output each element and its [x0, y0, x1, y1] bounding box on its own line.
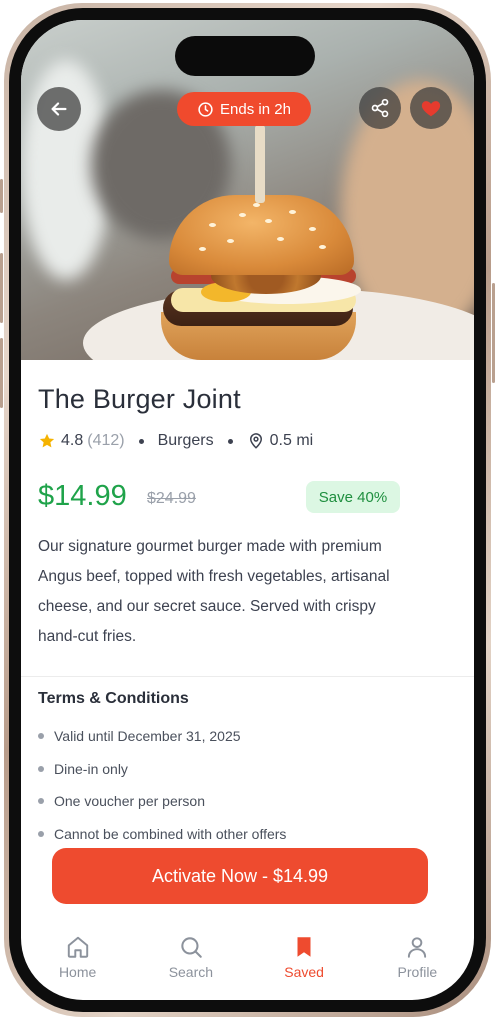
heart-icon [421, 101, 441, 117]
terms-item-text: One voucher per person [54, 793, 205, 810]
tab-label: Search [168, 964, 214, 980]
user-icon [408, 937, 427, 958]
search-icon [181, 937, 202, 958]
countdown-badge: Ends in 2h [177, 92, 311, 126]
home-icon [67, 936, 88, 958]
rating-value: 4.8 [61, 432, 84, 449]
bullet-icon [38, 733, 44, 740]
tab-label: Home [58, 964, 97, 980]
separator-dot [227, 438, 233, 444]
section-divider [21, 676, 474, 677]
share-icon [371, 98, 389, 118]
bookmark-icon [297, 937, 311, 957]
volume-down-button [0, 338, 3, 408]
distance-label: 0.5 mi [269, 432, 314, 449]
deal-price: $14.99 [38, 480, 127, 512]
activate-button[interactable]: Activate Now - $14.99 [52, 848, 428, 904]
terms-list: Valid until December 31, 2025 Dine-in on… [38, 720, 286, 850]
arrow-left-icon [51, 102, 67, 116]
terms-heading: Terms & Conditions [38, 690, 189, 707]
tab-home[interactable]: Home [21, 928, 134, 1000]
burger-skewer [255, 125, 265, 203]
terms-item-text: Dine-in only [54, 760, 128, 777]
volume-up-button [0, 253, 3, 323]
dynamic-island [175, 36, 315, 76]
tab-label: Saved [284, 964, 324, 980]
tab-label: Profile [397, 964, 438, 980]
back-button[interactable] [37, 87, 81, 131]
deal-meta-row: 4.8 (412) Burgers 0.5 mi [38, 432, 313, 450]
location-pin-icon [249, 433, 262, 449]
category-label: Burgers [157, 432, 214, 449]
burger-bun-top [169, 195, 354, 275]
countdown-text: Ends in 2h [220, 100, 291, 118]
terms-item-text: Cannot be combined with other offers [54, 825, 287, 842]
terms-item: Cannot be combined with other offers [38, 818, 286, 851]
phone-bezel: Ends in 2h The Burger Joint 4.8 (412) Bu… [9, 8, 486, 1012]
bullet-icon [38, 798, 44, 805]
bullet-icon [38, 830, 44, 837]
original-price: $24.99 [147, 490, 196, 507]
bottom-tab-bar: Home Search Saved Profile [21, 928, 474, 1000]
deal-description: Our signature gourmet burger made with p… [38, 538, 390, 645]
tab-search[interactable]: Search [134, 928, 247, 1000]
terms-item: Dine-in only [38, 753, 286, 786]
review-count: (412) [87, 432, 125, 449]
terms-item-text: Valid until December 31, 2025 [54, 728, 241, 745]
terms-item: One voucher per person [38, 785, 286, 818]
screen: Ends in 2h The Burger Joint 4.8 (412) Bu… [21, 20, 474, 1000]
page-title: The Burger Joint [38, 384, 241, 414]
star-icon [39, 433, 55, 448]
tab-profile[interactable]: Profile [361, 928, 474, 1000]
phone-frame: Ends in 2h The Burger Joint 4.8 (412) Bu… [0, 3, 495, 1017]
bullet-icon [38, 765, 44, 772]
separator-dot [138, 438, 144, 444]
favorite-button[interactable] [410, 87, 452, 129]
share-button[interactable] [359, 87, 401, 129]
tab-saved[interactable]: Saved [248, 928, 361, 1000]
silent-switch [0, 179, 3, 213]
terms-item: Valid until December 31, 2025 [38, 720, 286, 753]
discount-badge: Save 40% [306, 481, 400, 513]
clock-icon [198, 101, 213, 117]
